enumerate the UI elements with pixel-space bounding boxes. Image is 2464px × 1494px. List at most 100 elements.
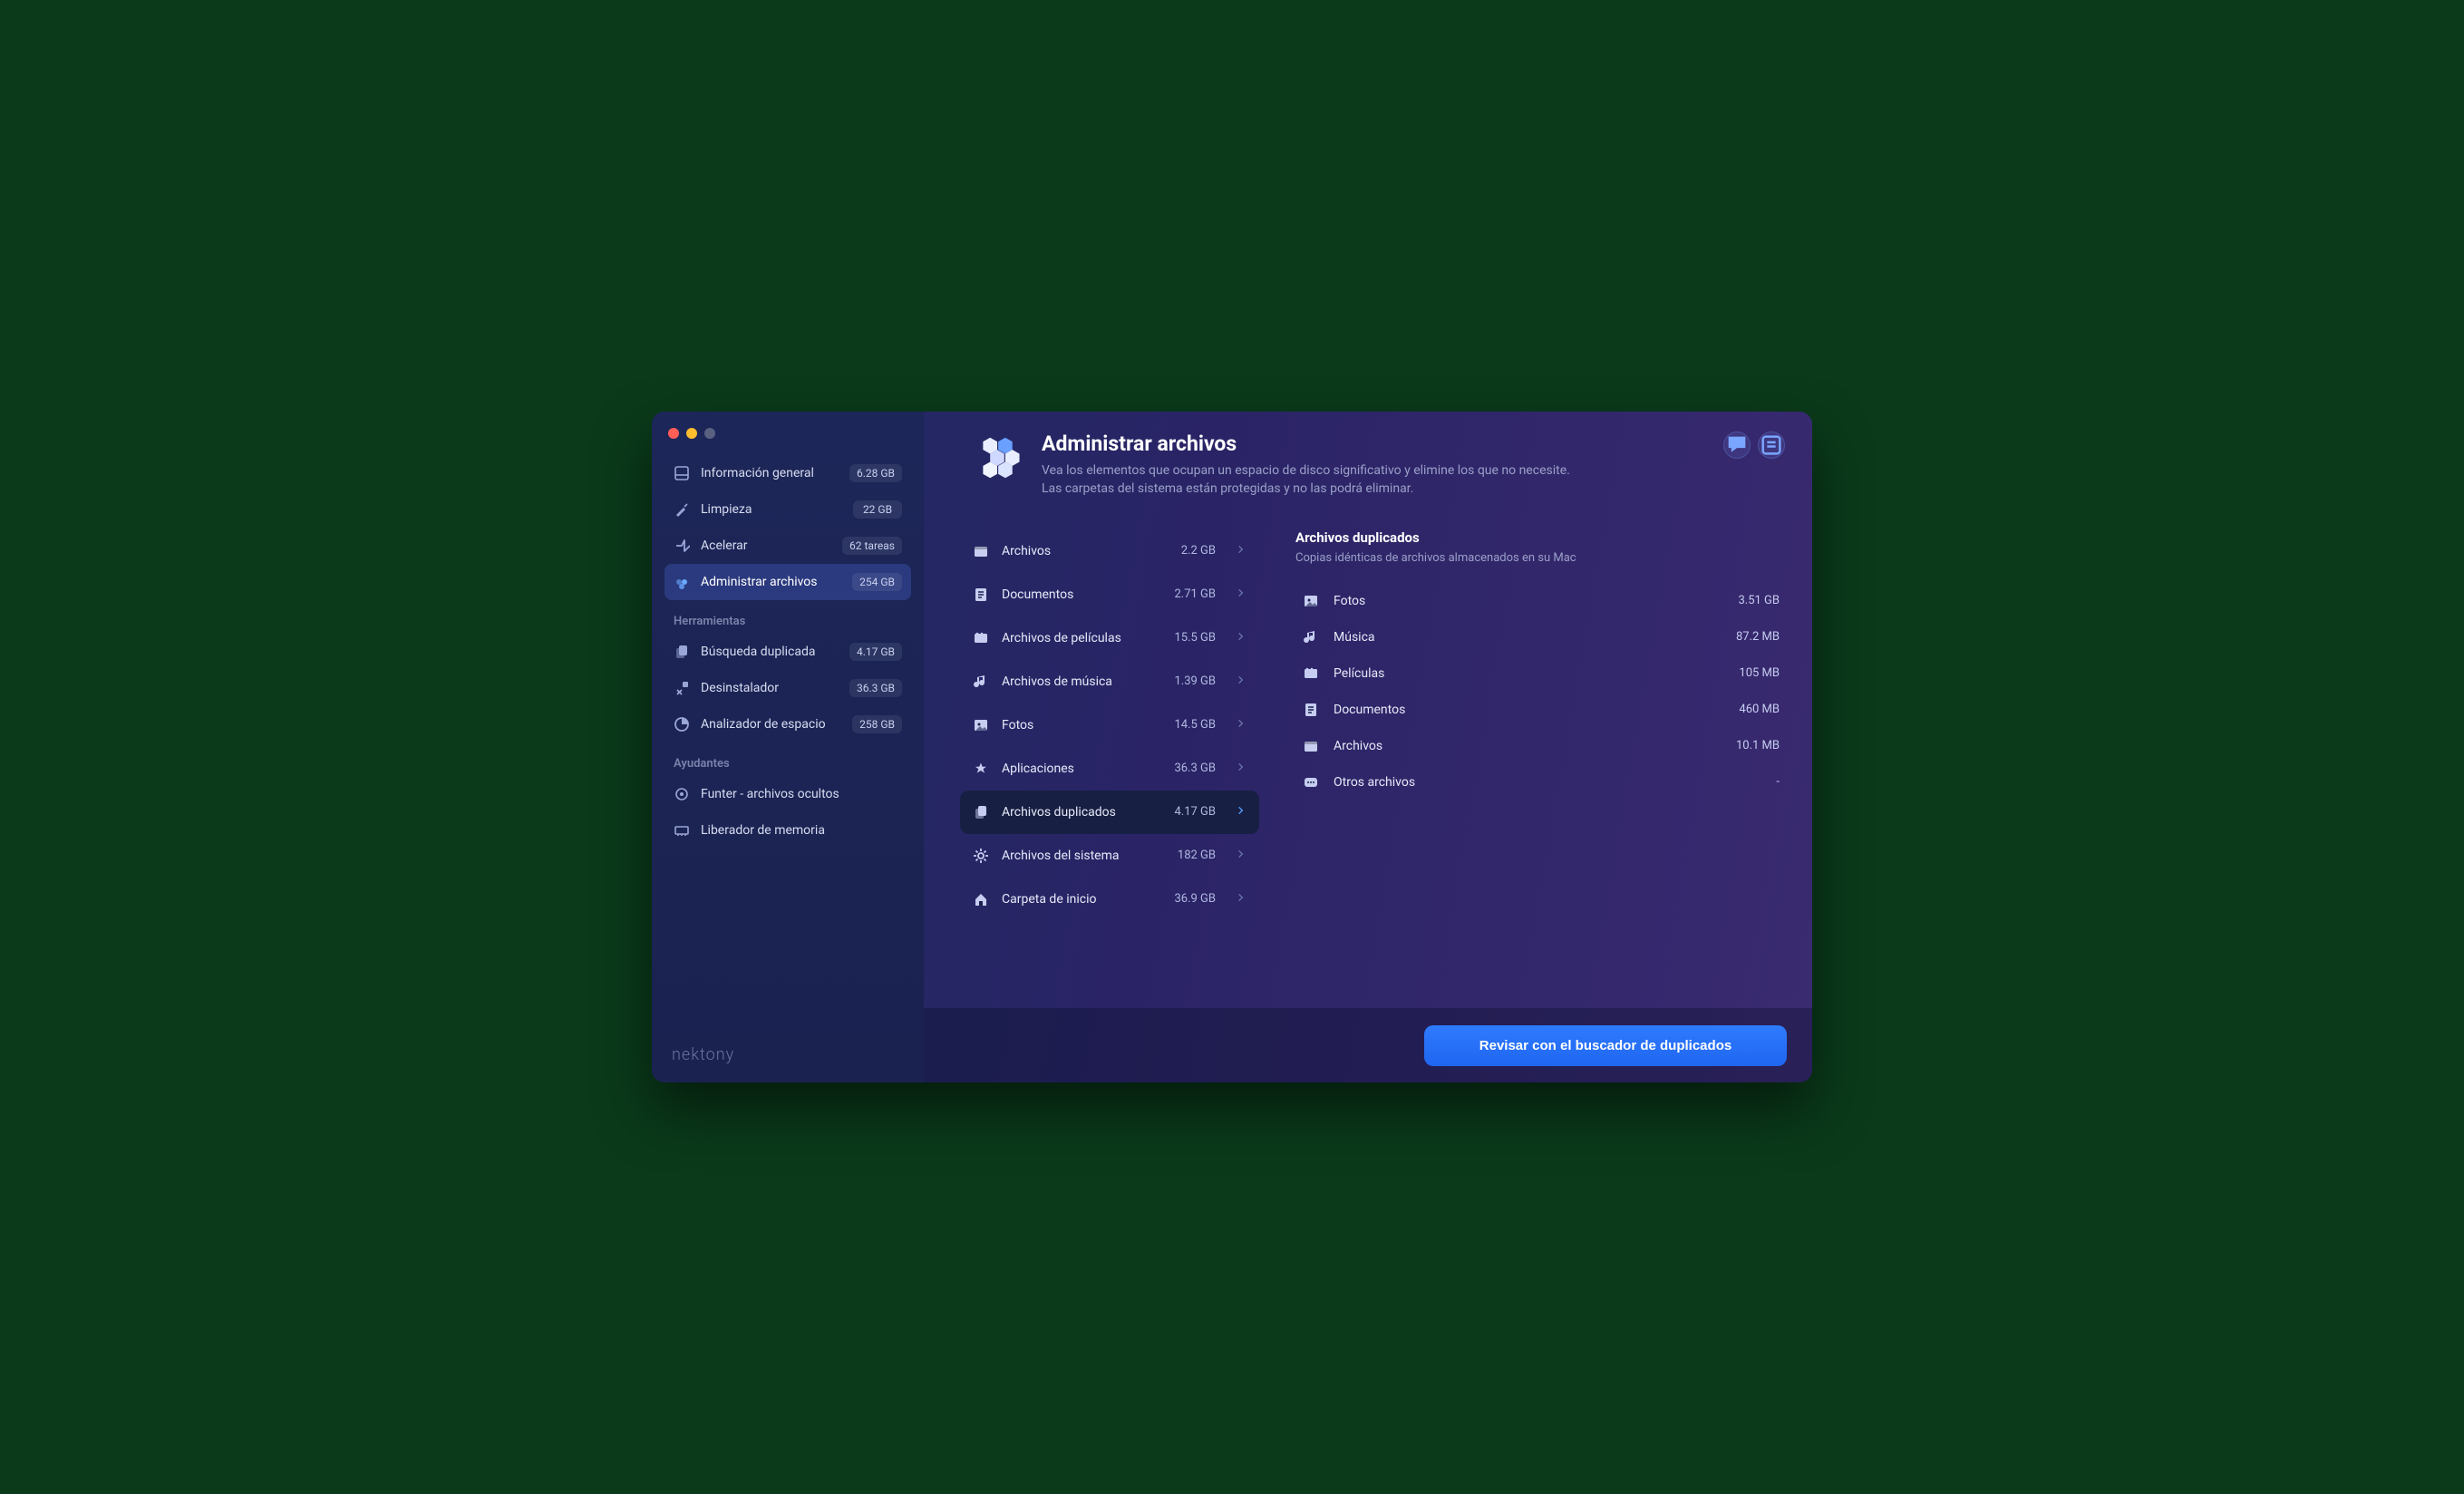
category-label: Archivos [1002, 544, 1169, 558]
sidebar-main-group: Información general6.28 GBLimpieza22 GBA… [665, 455, 911, 600]
brand-logo: nektony [665, 1040, 911, 1070]
detail-row-fotos[interactable]: Fotos3.51 GB [1295, 583, 1785, 619]
chevron-right-icon [1236, 544, 1247, 558]
page-description: Vea los elementos que ocupan un espacio … [1042, 461, 1570, 499]
chevron-right-icon [1236, 718, 1247, 732]
sidebar-item-badge: 258 GB [852, 715, 902, 733]
archive-icon [973, 543, 989, 559]
category-size: 182 GB [1178, 849, 1216, 862]
detail-row-label: Películas [1334, 666, 1724, 681]
photo-icon [973, 717, 989, 733]
sidebar-item-badge: 62 tareas [842, 537, 902, 555]
changelog-button[interactable] [1758, 432, 1785, 459]
chevron-right-icon [1236, 587, 1247, 602]
doc-icon [973, 587, 989, 603]
hex-icon [674, 574, 690, 590]
category-size: 14.5 GB [1174, 718, 1216, 732]
detail-row-mu-sica[interactable]: Música 87.2 MB [1295, 619, 1785, 655]
sidebar-item-acelerar[interactable]: Acelerar 62 tareas [665, 528, 911, 564]
zoom-window-button[interactable] [704, 428, 715, 439]
detail-row-label: Otros archivos [1334, 775, 1761, 790]
music-icon [973, 674, 989, 690]
sidebar-item-label: Funter - archivos ocultos [701, 787, 902, 801]
minimize-window-button[interactable] [686, 428, 697, 439]
header-actions [1723, 432, 1785, 459]
detail-rows: Fotos3.51 GB Música 87.2 MB Películas105 MB… [1295, 583, 1785, 800]
close-window-button[interactable] [668, 428, 679, 439]
dashboard-icon [674, 465, 690, 481]
category-archivos-de-peli-culas[interactable]: Archivos de películas15.5 GB [960, 616, 1259, 660]
sidebar-item-funter-archivos-ocultos[interactable]: Funter - archivos ocultos [665, 776, 911, 812]
category-label: Aplicaciones [1002, 762, 1161, 776]
gear-icon [973, 848, 989, 864]
sidebar-item-label: Búsqueda duplicada [701, 645, 839, 659]
sidebar-item-label: Analizador de espacio [701, 717, 841, 732]
doc-icon [1303, 702, 1319, 718]
sidebar-item-liberador-de-memoria[interactable]: Liberador de memoria [665, 812, 911, 849]
category-aplicaciones[interactable]: Aplicaciones36.3 GB [960, 747, 1259, 791]
feedback-button[interactable] [1723, 432, 1751, 459]
category-archivos[interactable]: Archivos2.2 GB [960, 529, 1259, 573]
sidebar-item-label: Desinstalador [701, 681, 839, 695]
detail-row-label: Música [1334, 630, 1722, 645]
ram-icon [674, 822, 690, 839]
main-panel: Administrar archivos Vea los elementos q… [924, 412, 1812, 1082]
detail-row-archivos[interactable]: Archivos10.1 MB [1295, 728, 1785, 764]
category-archivos-de-mu-sica[interactable]: Archivos de música1.39 GB [960, 660, 1259, 703]
category-fotos[interactable]: Fotos 14.5 GB [960, 703, 1259, 747]
sidebar-helpers-header: Ayudantes [665, 742, 911, 776]
category-label: Archivos de música [1002, 674, 1161, 689]
sidebar-item-label: Administrar archivos [701, 575, 841, 589]
category-label: Archivos duplicados [1002, 805, 1161, 820]
category-label: Carpeta de inicio [1002, 892, 1161, 907]
sidebar-item-badge: 6.28 GB [849, 464, 902, 482]
uninst-icon [674, 680, 690, 696]
app-window: Información general6.28 GBLimpieza22 GBA… [652, 412, 1812, 1082]
detail-title: Archivos duplicados [1295, 529, 1785, 546]
sidebar-item-bu-squeda-duplicada[interactable]: Búsqueda duplicada 4.17 GB [665, 634, 911, 670]
sidebar-item-limpieza[interactable]: Limpieza22 GB [665, 491, 911, 528]
detail-row-peli-culas[interactable]: Películas105 MB [1295, 655, 1785, 692]
review-duplicates-button[interactable]: Revisar con el buscador de duplicados [1424, 1025, 1787, 1066]
speed-icon [674, 538, 690, 554]
movie-icon [973, 630, 989, 646]
detail-row-size: 3.51 GB [1738, 594, 1780, 607]
chevron-right-icon [1236, 849, 1247, 863]
sidebar-item-analizador-de-espacio[interactable]: Analizador de espacio 258 GB [665, 706, 911, 742]
sidebar-item-badge: 4.17 GB [849, 643, 902, 661]
music-icon [1303, 629, 1319, 645]
footer-bar: Revisar con el buscador de duplicados [924, 1008, 1812, 1082]
sidebar-item-desinstalador[interactable]: Desinstalador 36.3 GB [665, 670, 911, 706]
category-label: Archivos del sistema [1002, 849, 1165, 863]
category-label: Fotos [1002, 718, 1161, 732]
category-archivos-del-sistema[interactable]: Archivos del sistema 182 GB [960, 834, 1259, 878]
detail-row-size: 460 MB [1739, 703, 1780, 716]
sidebar-item-label: Acelerar [701, 538, 831, 553]
chevron-right-icon [1236, 805, 1247, 820]
detail-row-size: 87.2 MB [1736, 630, 1780, 644]
sidebar-item-administrar-archivos[interactable]: Administrar archivos 254 GB [665, 564, 911, 600]
sidebar-item-informacio-n-general[interactable]: Información general6.28 GB [665, 455, 911, 491]
sidebar-item-badge: 22 GB [853, 500, 902, 519]
category-label: Documentos [1002, 587, 1161, 602]
other-icon [1303, 774, 1319, 791]
category-archivos-duplicados[interactable]: Archivos duplicados 4.17 GB [960, 791, 1259, 834]
category-size: 4.17 GB [1174, 805, 1216, 819]
category-carpeta-de-inicio[interactable]: Carpeta de inicio36.9 GB [960, 878, 1259, 921]
chevron-right-icon [1236, 892, 1247, 907]
manage-files-hex-icon [971, 432, 1023, 484]
detail-row-documentos[interactable]: Documentos 460 MB [1295, 692, 1785, 728]
chevron-right-icon [1236, 762, 1247, 776]
detail-row-otros-archivos[interactable]: Otros archivos- [1295, 764, 1785, 800]
sidebar-item-badge: 36.3 GB [849, 679, 902, 697]
broom-icon [674, 501, 690, 518]
archive-icon [1303, 738, 1319, 754]
header-text: Administrar archivos Vea los elementos q… [1042, 432, 1570, 499]
movie-icon [1303, 665, 1319, 682]
page-title: Administrar archivos [1042, 432, 1570, 456]
dupe-icon [973, 804, 989, 820]
sidebar-item-badge: 254 GB [852, 573, 902, 591]
category-documentos[interactable]: Documentos2.71 GB [960, 573, 1259, 616]
sidebar: Información general6.28 GBLimpieza22 GBA… [652, 412, 924, 1082]
detail-row-label: Documentos [1334, 703, 1724, 717]
